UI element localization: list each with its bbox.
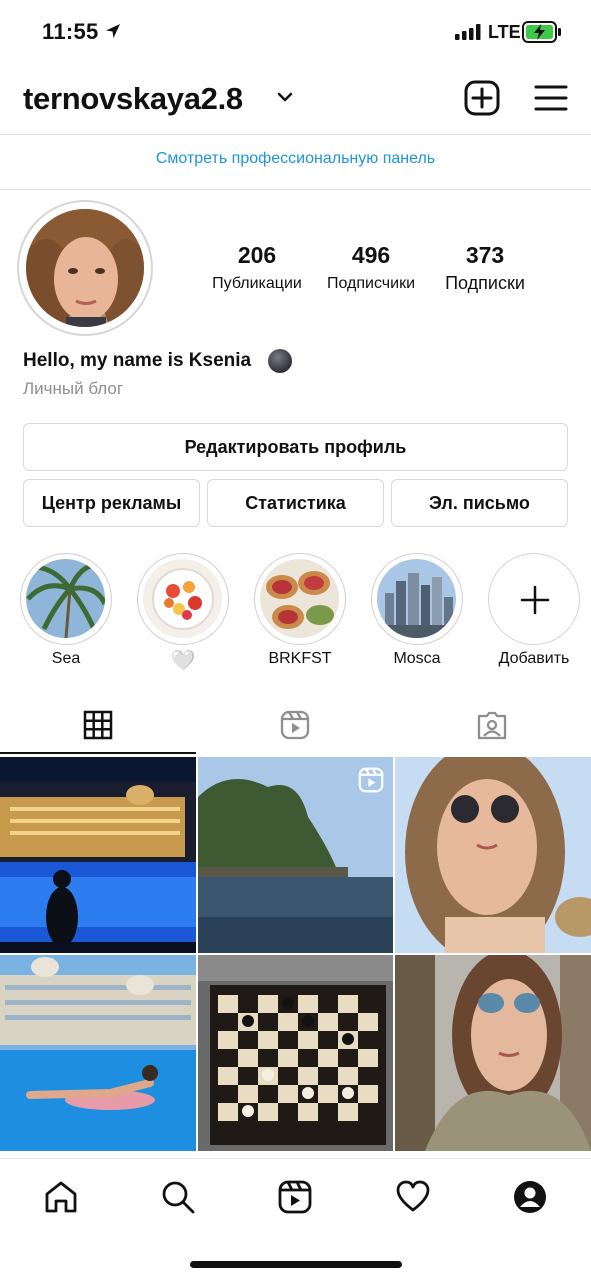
profile-header: ternovskaya2.8 xyxy=(0,76,591,124)
highlight-cover xyxy=(143,559,222,638)
heart-icon[interactable] xyxy=(395,1179,431,1215)
post-tile-pool-float[interactable] xyxy=(0,955,196,1151)
reels-badge-icon xyxy=(358,767,384,793)
stat-value: 496 xyxy=(351,242,391,268)
divider xyxy=(0,189,591,190)
highlight-label: Добавить xyxy=(498,650,570,667)
post-tile-selfie-sunglasses[interactable] xyxy=(395,757,591,953)
profile-icon[interactable] xyxy=(512,1179,548,1215)
highlight-label: BRKFST xyxy=(268,650,332,667)
highlight-label: 🤍 xyxy=(170,650,196,672)
highlight-cover xyxy=(26,559,105,638)
ad-center-button[interactable]: Центр рекламы xyxy=(23,479,200,527)
home-indicator xyxy=(190,1261,402,1268)
signal-icon xyxy=(455,24,481,40)
stat-label: Подписки xyxy=(445,273,525,293)
chevron-down-icon[interactable] xyxy=(276,90,294,104)
highlight-ring xyxy=(371,553,463,645)
post-tile-hotel-night[interactable] xyxy=(0,757,196,953)
post-tile-chess[interactable] xyxy=(198,955,393,1151)
highlight-brkfst[interactable]: BRKFST xyxy=(254,553,346,667)
reels-icon[interactable] xyxy=(277,1179,313,1215)
professional-dashboard-link[interactable]: Смотреть профессиональную панель xyxy=(0,150,591,168)
divider xyxy=(0,134,591,135)
highlight-heart[interactable]: 🤍 xyxy=(137,553,229,672)
statistics-button[interactable]: Статистика xyxy=(207,479,384,527)
add-post-icon[interactable] xyxy=(464,80,500,116)
stat-posts[interactable]: 206 Публикации xyxy=(205,242,309,293)
highlight-ring xyxy=(488,553,580,645)
post-tile-selfie-park[interactable] xyxy=(395,955,591,1151)
status-bar: 11:55 LTE xyxy=(0,0,591,66)
stat-value: 206 xyxy=(237,242,277,268)
stat-following[interactable]: 373 Подписки xyxy=(433,242,537,294)
status-time: 11:55 xyxy=(42,19,99,44)
plus-icon xyxy=(520,585,550,615)
bio-category: Личный блог xyxy=(23,379,124,398)
username-switcher[interactable]: ternovskaya2.8 xyxy=(23,81,243,117)
search-icon[interactable] xyxy=(160,1179,196,1215)
highlight-mosca[interactable]: Mosca xyxy=(371,553,463,667)
highlight-cover xyxy=(377,559,456,638)
stat-followers[interactable]: 496 Подписчики xyxy=(319,242,423,293)
bio-name: Hello, my name is Ksenia xyxy=(23,350,252,371)
location-arrow-icon xyxy=(106,24,120,38)
highlight-label: Sea xyxy=(51,650,81,667)
highlight-cover xyxy=(260,559,339,638)
moon-emoji-icon xyxy=(268,349,292,373)
bottom-navigation xyxy=(0,1158,591,1280)
stat-label: Подписчики xyxy=(326,275,415,292)
menu-icon[interactable] xyxy=(534,83,568,113)
avatar[interactable] xyxy=(26,209,144,327)
battery-charging-icon xyxy=(522,21,561,43)
email-button[interactable]: Эл. письмо xyxy=(391,479,568,527)
tagged-icon[interactable] xyxy=(477,710,507,740)
network-label: LTE xyxy=(488,22,521,42)
post-tile-sea-coast[interactable] xyxy=(198,757,393,953)
grid-icon[interactable] xyxy=(83,710,113,740)
highlight-sea[interactable]: Sea xyxy=(20,553,112,667)
home-icon[interactable] xyxy=(43,1179,79,1215)
highlight-ring xyxy=(137,553,229,645)
stat-label: Публикации xyxy=(212,275,302,292)
highlight-label: Mosca xyxy=(393,650,441,667)
reels-tab-icon[interactable] xyxy=(280,710,310,740)
stat-value: 373 xyxy=(465,242,505,268)
highlight-ring xyxy=(20,553,112,645)
highlight-add[interactable]: Добавить xyxy=(488,553,580,667)
edit-profile-button[interactable]: Редактировать профиль xyxy=(23,423,568,471)
active-tab-indicator xyxy=(0,752,196,754)
highlight-ring xyxy=(254,553,346,645)
